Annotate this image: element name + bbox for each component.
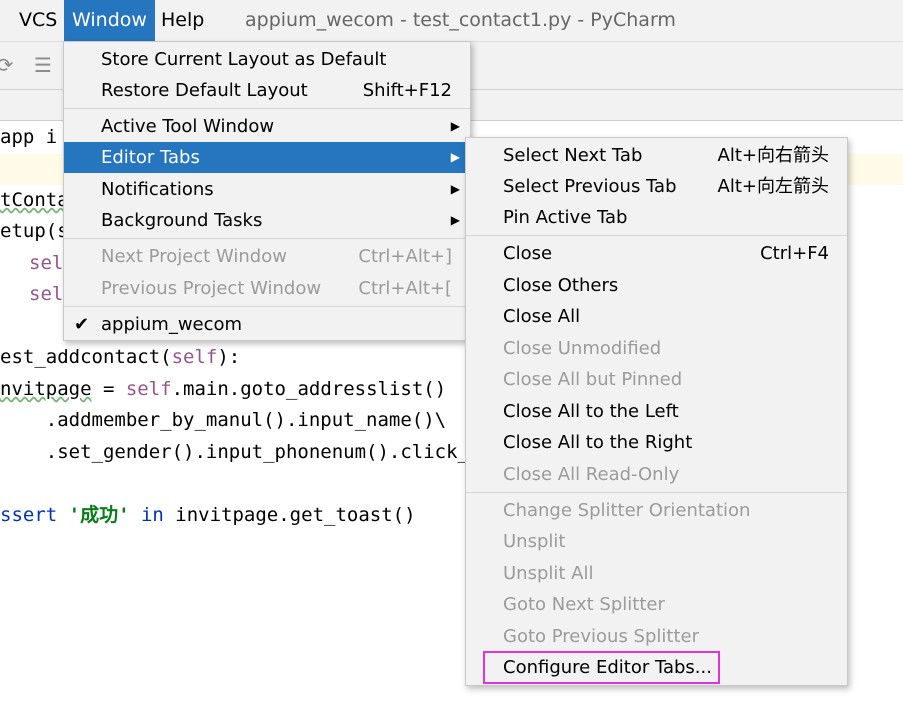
menu-item-goto-next-splitter[interactable]: Goto Next Splitter: [466, 589, 847, 620]
menu-item-active-tool-window[interactable]: Active Tool Window ▶: [64, 111, 470, 142]
menu-help[interactable]: Help: [153, 0, 212, 41]
menu-item-close-all-left[interactable]: Close All to the Left: [466, 396, 847, 427]
menu-item-select-previous-tab[interactable]: Select Previous Tab Alt+向左箭头: [466, 171, 847, 202]
menu-item-project-appium-wecom[interactable]: ✔ appium_wecom: [64, 309, 470, 340]
menu-item-close-unmodified[interactable]: Close Unmodified: [466, 333, 847, 364]
code-line: est_addcontact(self):: [0, 346, 241, 368]
menu-item-close-all[interactable]: Close All: [466, 301, 847, 332]
code-line: nvitpage = self.main.goto_addresslist(): [0, 378, 447, 400]
menu-item-close-all-but-pinned[interactable]: Close All but Pinned: [466, 364, 847, 395]
menu-separator: [64, 238, 470, 239]
submenu-arrow-icon: ▶: [450, 119, 460, 133]
menu-separator: [466, 492, 847, 493]
menu-item-editor-tabs[interactable]: Editor Tabs ▶: [64, 142, 470, 173]
annotation-highlight-box: [483, 651, 720, 684]
menu-item-unsplit-all[interactable]: Unsplit All: [466, 558, 847, 589]
menu-item-close-all-right[interactable]: Close All to the Right: [466, 427, 847, 458]
menu-item-select-next-tab[interactable]: Select Next Tab Alt+向右箭头: [466, 140, 847, 171]
menu-separator: [466, 235, 847, 236]
menu-item-close-others[interactable]: Close Others: [466, 270, 847, 301]
menu-item-close-all-read-only[interactable]: Close All Read-Only: [466, 459, 847, 490]
code-line: app i: [0, 126, 58, 148]
structure-icon[interactable]: ☰: [30, 52, 56, 78]
menu-item-pin-active-tab[interactable]: Pin Active Tab: [466, 202, 847, 233]
menu-item-previous-project-window[interactable]: Previous Project Window Ctrl+Alt+[: [64, 273, 470, 304]
submenu-arrow-icon: ▶: [450, 182, 460, 196]
menu-vcs[interactable]: VCS: [11, 0, 65, 41]
menu-item-close[interactable]: Close Ctrl+F4: [466, 238, 847, 269]
code-line: sel: [29, 252, 64, 274]
code-line: .addmember_by_manul().input_name()\: [0, 409, 447, 431]
menu-item-restore-layout[interactable]: Restore Default Layout Shift+F12: [64, 75, 470, 106]
submenu-arrow-icon: ▶: [450, 213, 460, 227]
submenu-arrow-icon: ▶: [450, 150, 460, 164]
code-line: tConta: [0, 189, 69, 211]
menu-separator: [64, 306, 470, 307]
editor-tabs-submenu: Select Next Tab Alt+向右箭头 Select Previous…: [465, 137, 848, 686]
code-line: ssert '成功' in invitpage.get_toast(): [0, 504, 416, 526]
code-line: etup(s: [0, 220, 69, 242]
menu-item-store-layout[interactable]: Store Current Layout as Default: [64, 44, 470, 75]
menu-separator: [64, 108, 470, 109]
menu-item-background-tasks[interactable]: Background Tasks ▶: [64, 205, 470, 236]
menu-item-notifications[interactable]: Notifications ▶: [64, 174, 470, 205]
check-icon: ✔: [74, 314, 90, 335]
window-menu: Store Current Layout as Default Restore …: [63, 41, 471, 341]
menu-item-unsplit[interactable]: Unsplit: [466, 526, 847, 557]
menu-item-next-project-window[interactable]: Next Project Window Ctrl+Alt+]: [64, 241, 470, 272]
menu-bar: VCS Window Help appium_wecom - test_cont…: [0, 0, 903, 42]
menu-item-goto-previous-splitter[interactable]: Goto Previous Splitter: [466, 621, 847, 652]
run-icon[interactable]: ⟳: [0, 52, 18, 78]
menu-item-change-splitter-orientation[interactable]: Change Splitter Orientation: [466, 495, 847, 526]
code-line: .set_gender().input_phonenum().click_: [0, 441, 469, 463]
window-title: appium_wecom - test_contact1.py - PyChar…: [245, 9, 676, 31]
menu-window[interactable]: Window: [64, 0, 155, 41]
code-line: sel: [29, 283, 64, 305]
